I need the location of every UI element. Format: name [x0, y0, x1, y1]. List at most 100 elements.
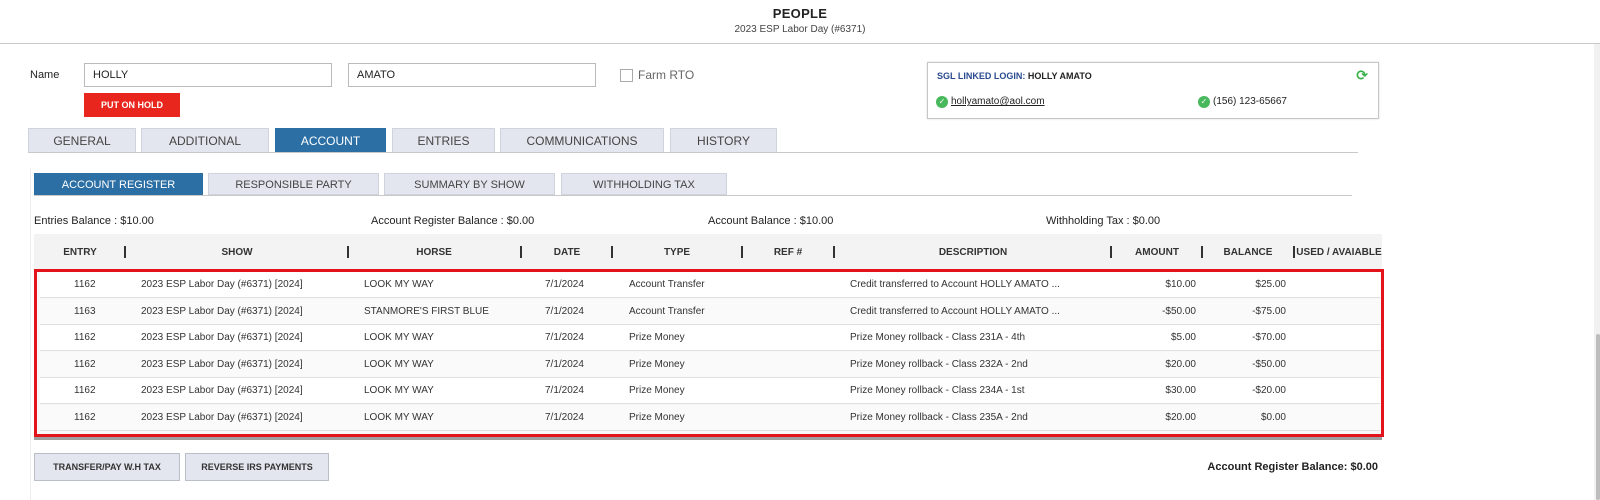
subtab-responsible-party[interactable]: RESPONSIBLE PARTY: [208, 173, 379, 195]
cell-amount: $20.00: [1165, 358, 1196, 370]
table-row[interactable]: 1162 2023 ESP Labor Day (#6371) [2024] LOO…: [40, 272, 1380, 298]
account-register-table: ENTRY SHOW HORSE DATE TYPE REF # DESCRIP…: [34, 234, 1382, 440]
column-entry[interactable]: ENTRY: [34, 234, 126, 270]
last-name-input[interactable]: AMATO: [348, 63, 596, 87]
subtab-withholding-tax[interactable]: WITHHOLDING TAX: [561, 173, 727, 195]
column-type[interactable]: TYPE: [612, 234, 742, 270]
cell-horse: STANMORE'S FIRST BLUE: [364, 305, 489, 317]
refresh-icon[interactable]: ⟳: [1356, 67, 1368, 84]
account-balance: Account Balance : $10.00: [708, 215, 834, 227]
cell-horse: LOOK MY WAY: [364, 332, 434, 344]
column-description[interactable]: DESCRIPTION: [834, 234, 1112, 270]
column-balance[interactable]: BALANCE: [1202, 234, 1294, 270]
entries-balance: Entries Balance : $10.00: [34, 215, 154, 227]
column-divider: [1293, 246, 1295, 258]
cell-balance: -$50.00: [1252, 358, 1286, 370]
tab-entries[interactable]: ENTRIES: [392, 128, 495, 153]
cell-show: 2023 ESP Labor Day (#6371) [2024]: [141, 332, 303, 344]
column-show[interactable]: SHOW: [126, 234, 348, 270]
cell-balance: -$75.00: [1252, 305, 1286, 317]
cell-type: Prize Money: [629, 358, 685, 370]
table-row[interactable]: 1162 2023 ESP Labor Day (#6371) [2024] LOO…: [40, 378, 1382, 405]
cell-description: Prize Money rollback - Class 234A - 1st: [850, 385, 1025, 397]
transfer-pay-wh-tax-button[interactable]: TRANSFER/PAY W.H TAX: [34, 453, 180, 481]
tab-general[interactable]: GENERAL: [28, 128, 136, 153]
cell-date: 7/1/2024: [545, 358, 584, 370]
bottom-register-balance: Account Register Balance: $0.00: [1207, 461, 1378, 473]
farm-rto-label: Farm RTO: [638, 68, 695, 82]
cell-entry: 1163: [74, 305, 96, 317]
cell-show: 2023 ESP Labor Day (#6371) [2024]: [141, 412, 303, 423]
cell-show: 2023 ESP Labor Day (#6371) [2024]: [141, 279, 303, 290]
tab-additional[interactable]: ADDITIONAL: [141, 128, 269, 153]
check-circle-icon: ✓: [1198, 96, 1210, 108]
column-ref[interactable]: REF #: [742, 234, 834, 270]
cell-used-available: [1302, 378, 1382, 404]
page-header: PEOPLE 2023 ESP Labor Day (#6371): [0, 0, 1600, 44]
table-header: ENTRY SHOW HORSE DATE TYPE REF # DESCRIP…: [34, 234, 1382, 270]
cell-amount: $30.00: [1165, 385, 1196, 397]
put-on-hold-button[interactable]: PUT ON HOLD: [84, 93, 180, 117]
scrollbar-thumb[interactable]: [1596, 334, 1600, 500]
cell-date: 7/1/2024: [545, 385, 584, 397]
cell-balance: -$70.00: [1252, 332, 1286, 344]
sgl-linked-login-panel: SGL LINKED LOGIN: HOLLY AMATO ⟳ ✓ hollya…: [927, 62, 1379, 119]
table-row[interactable]: 1162 2023 ESP Labor Day (#6371) [2024] LOO…: [40, 325, 1380, 352]
cell-ref: [760, 272, 840, 298]
table-row[interactable]: 1163 2023 ESP Labor Day (#6371) [2024] STA…: [40, 298, 1382, 325]
cell-balance: $0.00: [1260, 412, 1286, 423]
column-date[interactable]: DATE: [522, 234, 612, 270]
cell-entry: 1162: [74, 358, 96, 370]
cell-used-available: [1302, 299, 1382, 325]
cell-ref: [760, 352, 840, 378]
column-horse[interactable]: HORSE: [348, 234, 520, 270]
cell-show: 2023 ESP Labor Day (#6371) [2024]: [141, 385, 303, 397]
cell-description: Prize Money rollback - Class 231A - 4th: [850, 332, 1026, 344]
cell-type: Account Transfer: [629, 279, 705, 290]
cell-date: 7/1/2024: [545, 412, 584, 423]
cell-show: 2023 ESP Labor Day (#6371) [2024]: [141, 358, 303, 370]
subtab-account-register[interactable]: ACCOUNT REGISTER: [34, 173, 203, 195]
page-title: PEOPLE: [772, 6, 828, 21]
cell-entry: 1162: [74, 385, 96, 397]
cell-type: Account Transfer: [629, 305, 705, 317]
cell-ref: [760, 325, 840, 351]
cell-show: 2023 ESP Labor Day (#6371) [2024]: [141, 305, 303, 317]
subtab-divider: [34, 195, 1352, 196]
cell-horse: LOOK MY WAY: [364, 385, 434, 397]
sgl-name: HOLLY AMATO: [1027, 71, 1092, 81]
cell-horse: LOOK MY WAY: [364, 279, 434, 290]
cell-balance: $25.00: [1255, 279, 1286, 290]
table-row[interactable]: 1162 2023 ESP Labor Day (#6371) [2024] LOO…: [40, 405, 1380, 431]
account-register-balance: Account Register Balance : $0.00: [371, 215, 535, 227]
scrollbar[interactable]: [1594, 44, 1600, 500]
cell-horse: LOOK MY WAY: [364, 358, 434, 370]
cell-amount: $20.00: [1165, 412, 1196, 423]
check-circle-icon: ✓: [936, 96, 948, 108]
cell-date: 7/1/2024: [545, 279, 584, 290]
cell-ref: [760, 378, 840, 404]
cell-date: 7/1/2024: [545, 305, 584, 317]
sgl-email-link[interactable]: hollyamato@aol.com: [951, 96, 1045, 107]
cell-used-available: [1302, 352, 1382, 378]
table-scrollbar[interactable]: [34, 436, 1382, 440]
table-row[interactable]: 1162 2023 ESP Labor Day (#6371) [2024] LOO…: [40, 351, 1382, 378]
cell-description: Prize Money rollback - Class 235A - 2nd: [850, 412, 1028, 423]
cell-type: Prize Money: [629, 385, 685, 397]
cell-date: 7/1/2024: [545, 332, 584, 344]
column-amount[interactable]: AMOUNT: [1112, 234, 1202, 270]
cell-ref: [760, 299, 840, 325]
first-name-input[interactable]: HOLLY: [84, 63, 332, 87]
cell-entry: 1162: [74, 412, 96, 423]
cell-used-available: [1302, 405, 1382, 431]
reverse-irs-payments-button[interactable]: REVERSE IRS PAYMENTS: [185, 453, 329, 481]
column-used-available[interactable]: USED / AVAIABLE: [1296, 234, 1382, 270]
farm-rto-checkbox[interactable]: [620, 69, 633, 82]
tab-account[interactable]: ACCOUNT: [275, 128, 386, 153]
tab-communications[interactable]: COMMUNICATIONS: [500, 128, 664, 153]
sgl-title: SGL LINKED LOGIN: HOLLY AMATO: [937, 71, 1092, 81]
subtab-summary-by-show[interactable]: SUMMARY BY SHOW: [384, 173, 555, 195]
cell-amount: $5.00: [1170, 332, 1196, 344]
cell-type: Prize Money: [629, 332, 685, 344]
tab-history[interactable]: HISTORY: [670, 128, 777, 153]
